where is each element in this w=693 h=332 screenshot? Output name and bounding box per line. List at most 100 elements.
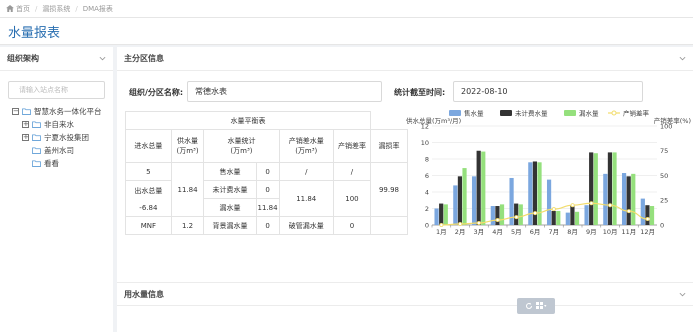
- chevron-down-icon[interactable]: [679, 55, 686, 62]
- legend-swatch: [449, 110, 461, 116]
- legend-label: 产销差率: [623, 110, 650, 118]
- bar: [499, 204, 505, 225]
- main-panel: 主分区信息 组织/分区名称: 常德水表 统计截至时间: 2022-08-10 水…: [117, 47, 693, 332]
- x-tick-label: 4月: [492, 228, 503, 236]
- y-left-tick-label: 10: [421, 139, 429, 147]
- breadcrumb-home[interactable]: 首页: [16, 4, 30, 14]
- sold-value: 0: [255, 162, 280, 181]
- rate-point: [439, 223, 444, 228]
- chevron-down-icon[interactable]: [679, 291, 686, 298]
- header-supply: 供水量 (万m³): [170, 129, 205, 163]
- legend-swatch: [611, 110, 617, 116]
- date-input[interactable]: 2022-08-10: [453, 81, 643, 102]
- filter-row: 组织/分区名称: 常德水表 统计截至时间: 2022-08-10: [117, 81, 693, 103]
- rate-point: [608, 203, 613, 208]
- collapse-icon[interactable]: −: [12, 108, 19, 115]
- breadcrumb: 首页 / 漏损系统 / DMA报表: [0, 0, 693, 18]
- diff-value: 11.84: [278, 180, 334, 217]
- home-icon: [6, 5, 14, 12]
- x-tick-label: 1月: [436, 228, 447, 236]
- bar: [528, 162, 533, 225]
- rate-point: [645, 217, 650, 222]
- sold-diff: /: [278, 162, 334, 181]
- header-inflow-total: 进水总量: [125, 129, 172, 163]
- rate-point: [476, 221, 481, 226]
- x-tick-label: 12月: [640, 228, 655, 236]
- x-tick-label: 5月: [511, 228, 522, 236]
- y-left-tick-label: 6: [425, 172, 429, 180]
- y-right-tick-label: 75: [660, 147, 668, 155]
- tree-label: 智慧水务一体化平台: [34, 107, 102, 116]
- tree-node-platform[interactable]: − 智慧水务一体化平台: [12, 105, 113, 118]
- water-balance-table: 水量平衡表 进水总量 供水量 (万m³) 水量统计 (万m³) 产销差水量 (万m³)…: [125, 111, 409, 235]
- x-tick-label: 3月: [474, 228, 485, 236]
- x-tick-label: 7月: [549, 228, 560, 236]
- bar: [453, 185, 458, 225]
- bar: [476, 150, 481, 225]
- legend-swatch: [500, 110, 512, 116]
- inflow-total-value: 5: [125, 162, 172, 181]
- y-left-tick-label: 0: [425, 221, 429, 229]
- y-left-tick-label: 2: [425, 205, 429, 213]
- tree-label: 非自来水: [44, 120, 74, 129]
- chevron-down-icon[interactable]: [99, 55, 106, 62]
- bar: [593, 153, 598, 225]
- rate-point: [589, 201, 594, 206]
- refresh-grid-toolbar[interactable]: [517, 298, 555, 314]
- bar: [570, 205, 575, 225]
- org-panel-header[interactable]: 组织架构: [0, 47, 113, 71]
- refresh-icon[interactable]: [525, 302, 533, 310]
- diff-rate-value: 100: [332, 180, 371, 217]
- org-panel-title: 组织架构: [7, 54, 39, 63]
- leak-label: 漏水量: [203, 198, 257, 217]
- folder-icon: [32, 160, 41, 167]
- rate-point: [626, 209, 631, 214]
- blank-cell: [369, 216, 409, 235]
- folder-icon: [32, 147, 41, 154]
- unbilled-value: 0: [255, 180, 280, 199]
- main-panel-header[interactable]: 主分区信息: [117, 47, 693, 71]
- burst-leak-value: 0: [332, 216, 371, 235]
- folder-icon: [22, 108, 31, 115]
- outflow-cell: 出水总量 -6.84: [125, 180, 172, 217]
- bar: [589, 152, 594, 225]
- water-usage-header[interactable]: 用水量信息: [117, 282, 693, 306]
- leak-value: 11.84: [255, 198, 280, 217]
- loss-rate-value: 99.98: [369, 162, 409, 217]
- breadcrumb-leak-system[interactable]: 漏损系统: [42, 4, 70, 14]
- bar: [434, 208, 439, 225]
- tree-label: 看看: [44, 159, 59, 168]
- folder-icon: [32, 121, 41, 128]
- org-name-label: 组织/分区名称:: [129, 88, 184, 97]
- legend-label: 售水量: [464, 110, 484, 118]
- unbilled-label: 未计费水量: [203, 180, 257, 199]
- tree-node-gaizhou[interactable]: 盖州水司: [12, 144, 113, 157]
- expand-icon[interactable]: +: [22, 121, 29, 128]
- tree-node-non-tap-water[interactable]: + 非自来水: [12, 118, 113, 131]
- y-right-tick-label: 100: [660, 122, 672, 130]
- bar: [490, 206, 495, 225]
- grid-dropdown-icon[interactable]: [536, 302, 547, 310]
- rate-point: [570, 203, 575, 208]
- bar: [537, 162, 542, 225]
- header-loss-rate: 漏损率: [369, 129, 409, 163]
- station-search-input[interactable]: 请输入站点名称: [8, 81, 105, 99]
- rate-point: [551, 207, 556, 212]
- x-tick-label: 8月: [567, 228, 578, 236]
- rate-point: [514, 215, 519, 220]
- tree-node-ningxia[interactable]: + 宁夏水投集团: [12, 131, 113, 144]
- legend-label: 未计费水量: [515, 110, 548, 118]
- title-bar: 水量报表: [0, 18, 693, 45]
- bar: [626, 176, 631, 225]
- expand-icon[interactable]: +: [22, 134, 29, 141]
- header-stats: 水量统计 (万m³): [203, 129, 280, 163]
- supply-value: 11.84: [170, 162, 205, 217]
- burst-leak-label: 破管漏水量: [278, 216, 334, 235]
- x-tick-label: 10月: [603, 228, 618, 236]
- bar: [612, 152, 617, 225]
- org-name-input[interactable]: 常德水表: [187, 81, 382, 102]
- x-tick-label: 6月: [530, 228, 541, 236]
- tree-node-kankan[interactable]: 看看: [12, 157, 113, 170]
- bar: [532, 161, 538, 225]
- bar: [551, 210, 556, 225]
